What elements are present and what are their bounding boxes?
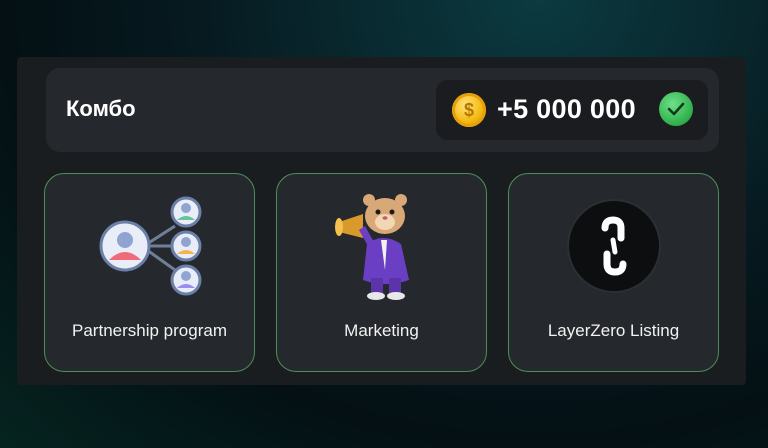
check-icon [659, 92, 693, 126]
referral-network-icon [99, 196, 202, 296]
layerzero-logo-icon [567, 199, 661, 293]
hamster-megaphone-icon [335, 194, 409, 300]
card-marketing[interactable]: Marketing [276, 173, 487, 372]
card-label: Partnership program [72, 321, 227, 340]
card-label: Marketing [344, 321, 419, 340]
coin-icon: $ [452, 93, 486, 127]
card-partnership-program[interactable]: Partnership program [44, 173, 255, 372]
card-label: LayerZero Listing [547, 321, 680, 340]
reward-amount: +5 000 000 [497, 94, 636, 124]
card-layerzero-listing[interactable]: LayerZero Listing [508, 173, 719, 372]
combo-title: Комбо [66, 96, 136, 121]
